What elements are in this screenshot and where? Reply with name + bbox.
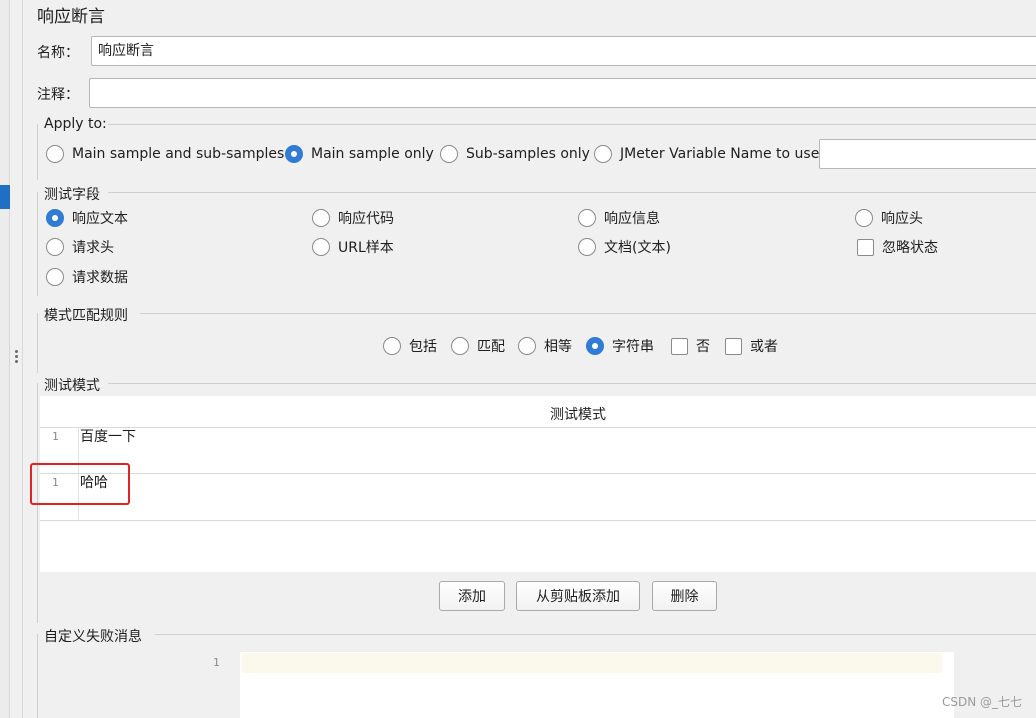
comment-input[interactable] [89, 78, 1036, 108]
field-response-text-radio[interactable]: 响应文本 [46, 207, 128, 229]
watermark: CSDN @_七七 [941, 695, 1022, 709]
field-request-headers-radio[interactable]: 请求头 [46, 236, 114, 258]
field-response-headers-radio[interactable]: 响应头 [855, 207, 923, 229]
apply-to-border [108, 124, 1036, 125]
radio-circle-icon [578, 238, 596, 256]
rule-equals-radio[interactable]: 相等 [518, 335, 572, 357]
checkbox-icon [857, 238, 874, 256]
radio-circle-icon [578, 209, 596, 227]
selected-tree-node-indicator [0, 185, 10, 209]
checkbox-icon [725, 337, 742, 355]
option-label: 请求数据 [72, 270, 128, 286]
test-field-title: 测试字段 [44, 187, 100, 203]
rule-not-checkbox[interactable]: 否 [671, 335, 710, 357]
radio-circle-icon [312, 209, 330, 227]
custom-failure-border [155, 634, 1036, 635]
option-label: 响应信息 [604, 211, 660, 227]
editor-line-number: 1 [213, 656, 220, 669]
option-label: 否 [696, 339, 710, 355]
radio-circle-icon [312, 238, 330, 256]
pattern-rules-title: 模式匹配规则 [44, 308, 128, 324]
header-separator [40, 427, 1036, 428]
delete-button[interactable]: 删除 [652, 581, 717, 611]
comment-label: 注释： [37, 87, 79, 103]
panel-divider [22, 0, 23, 718]
radio-circle-icon [440, 145, 458, 163]
rule-substring-radio[interactable]: 字符串 [586, 335, 654, 357]
editor-current-line [242, 653, 942, 673]
pattern-row-1[interactable]: 百度一下 [80, 426, 136, 446]
field-document-text-radio[interactable]: 文档(文本) [578, 236, 671, 258]
radio-selected-icon [285, 145, 303, 163]
ignore-status-checkbox[interactable]: 忽略状态 [857, 236, 938, 258]
apply-to-title: Apply to: [44, 116, 107, 132]
rule-contains-radio[interactable]: 包括 [383, 335, 437, 357]
add-from-clipboard-button[interactable]: 从剪贴板添加 [516, 581, 640, 611]
name-input[interactable]: 响应断言 [91, 36, 1036, 66]
apply-jmeter-variable-radio[interactable]: JMeter Variable Name to use [594, 143, 819, 165]
option-label: 相等 [544, 339, 572, 355]
test-field-border [108, 192, 1036, 193]
option-label: URL样本 [338, 240, 394, 256]
option-label: Sub-samples only [466, 146, 590, 162]
row-separator [40, 520, 1036, 521]
row-line-number: 1 [52, 430, 59, 443]
test-patterns-title: 测试模式 [44, 378, 100, 394]
pattern-rules-border-left [37, 313, 38, 373]
apply-to-border-left [37, 124, 38, 180]
add-button[interactable]: 添加 [439, 581, 505, 611]
radio-circle-icon [46, 268, 64, 286]
radio-circle-icon [855, 209, 873, 227]
option-label: 响应头 [881, 211, 923, 227]
option-label: 请求头 [72, 240, 114, 256]
test-patterns-border [108, 383, 1036, 384]
custom-failure-border-left [37, 634, 38, 718]
pattern-rules-border [140, 313, 1036, 314]
annotation-highlight-box [30, 463, 130, 505]
field-url-sampled-radio[interactable]: URL样本 [312, 236, 394, 258]
radio-circle-icon [46, 238, 64, 256]
option-label: 包括 [409, 339, 437, 355]
field-response-message-radio[interactable]: 响应信息 [578, 207, 660, 229]
name-label: 名称： [37, 45, 79, 61]
option-label: JMeter Variable Name to use [620, 146, 820, 162]
option-label: 响应文本 [72, 211, 128, 227]
option-label: Main sample and sub-samples [72, 146, 285, 162]
custom-failure-title: 自定义失败消息 [44, 629, 142, 645]
option-label: 字符串 [612, 339, 654, 355]
checkbox-icon [671, 337, 688, 355]
row-separator [40, 473, 1036, 474]
field-response-code-radio[interactable]: 响应代码 [312, 207, 394, 229]
radio-circle-icon [518, 337, 536, 355]
splitter-handle[interactable] [15, 350, 19, 366]
patterns-column-header[interactable]: 测试模式 [40, 404, 1036, 424]
jmeter-variable-input[interactable] [819, 139, 1036, 169]
field-request-data-radio[interactable]: 请求数据 [46, 266, 128, 288]
option-label: 文档(文本) [604, 240, 671, 256]
rule-or-checkbox[interactable]: 或者 [725, 335, 778, 357]
option-label: Main sample only [311, 146, 434, 162]
radio-circle-icon [46, 145, 64, 163]
option-label: 响应代码 [338, 211, 394, 227]
radio-circle-icon [451, 337, 469, 355]
rule-matches-radio[interactable]: 匹配 [451, 335, 505, 357]
option-label: 匹配 [477, 339, 505, 355]
radio-selected-icon [46, 209, 64, 227]
radio-circle-icon [383, 337, 401, 355]
option-label: 或者 [750, 339, 778, 355]
radio-circle-icon [594, 145, 612, 163]
apply-sub-only-radio[interactable]: Sub-samples only [440, 143, 590, 165]
apply-main-only-radio[interactable]: Main sample only [285, 143, 434, 165]
test-field-border-left [37, 192, 38, 296]
tree-panel-edge [0, 0, 10, 718]
radio-selected-icon [586, 337, 604, 355]
option-label: 忽略状态 [882, 240, 938, 256]
apply-main-and-sub-radio[interactable]: Main sample and sub-samples [46, 143, 284, 165]
panel-title: 响应断言 [37, 7, 105, 27]
